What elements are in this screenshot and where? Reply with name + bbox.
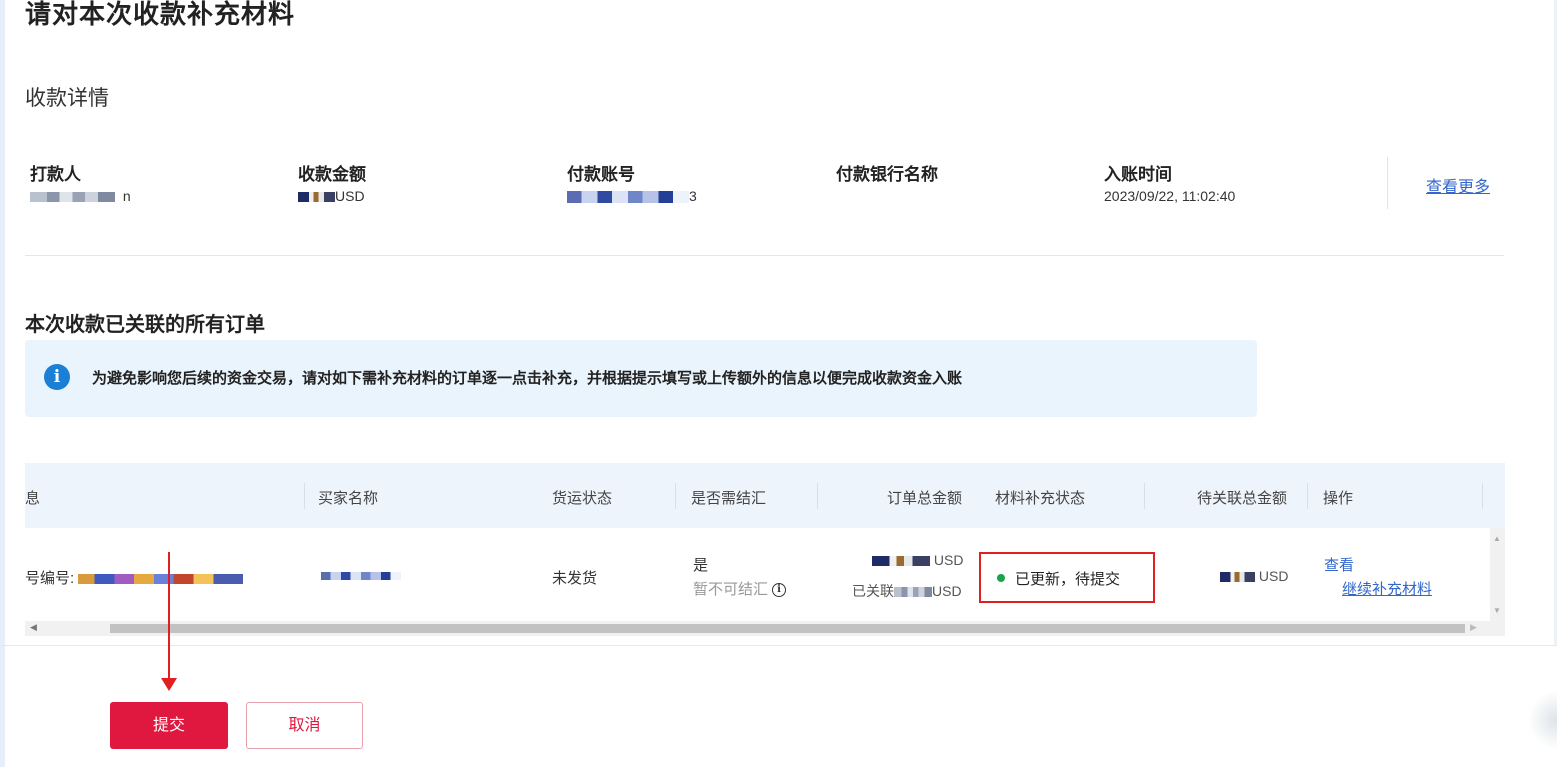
column-separator (675, 483, 676, 509)
payment-account-value: 3 (567, 188, 697, 204)
column-separator (1482, 483, 1483, 509)
redacted-mosaic (567, 191, 689, 204)
table-row: 号编号: 未发货 是 暂不可结汇 i USD 已关联 USD 已更新，待提交 USD… (25, 528, 1505, 621)
redacted-mosaic (321, 572, 401, 581)
receipt-details-title: 收款详情 (25, 87, 109, 110)
column-header-order-info: 息 (25, 490, 41, 507)
redacted-mosaic (298, 192, 335, 203)
submit-button[interactable]: 提交 (110, 702, 228, 749)
view-order-link[interactable]: 查看 (1324, 554, 1354, 575)
pending-amount-cell: USD (1220, 568, 1288, 584)
amount-label: 收款金额 (298, 165, 366, 184)
total-amount-cell: USD (872, 552, 963, 568)
annotation-arrow-line (168, 552, 170, 680)
footer-divider (0, 645, 1557, 646)
orders-table: 息 买家名称 货运状态 是否需结汇 订单总金额 材料补充状态 待关联总金额 操作… (25, 463, 1505, 646)
column-separator (1144, 483, 1145, 509)
settlement-note: 暂不可结汇 i (693, 578, 787, 599)
column-header-material-status: 材料补充状态 (995, 490, 1086, 507)
column-header-total-amount: 订单总金额 (887, 490, 963, 507)
column-header-buyer: 买家名称 (318, 490, 379, 507)
scroll-up-arrow-icon[interactable]: ▲ (1493, 534, 1501, 543)
page-title: 请对本次收款补充材料 (25, 0, 296, 29)
payment-bank-label: 付款银行名称 (836, 165, 938, 184)
annotation-arrow-head-icon (161, 678, 177, 691)
column-header-actions: 操作 (1323, 490, 1354, 507)
credit-time-label: 入账时间 (1104, 165, 1172, 184)
redacted-mosaic (1220, 572, 1255, 583)
redacted-mosaic (30, 192, 115, 203)
continue-supplement-link[interactable]: 继续补充材料 (1342, 578, 1432, 599)
page-left-edge (0, 0, 5, 767)
notice-banner: i 为避免影响您后续的资金交易，请对如下需补充材料的订单逐一点击补充，并根据提示… (25, 340, 1257, 417)
redacted-mosaic (894, 587, 932, 598)
info-circle-icon[interactable]: i (772, 583, 787, 598)
order-number-cell: 号编号: (25, 567, 244, 588)
redacted-mosaic (78, 574, 244, 585)
view-more-link[interactable]: 查看更多 (1426, 173, 1490, 197)
payer-value: n (30, 188, 131, 204)
scroll-right-arrow-icon[interactable]: ▶ (1470, 622, 1477, 633)
column-header-shipping: 货运状态 (552, 490, 613, 507)
payment-account-label: 付款账号 (567, 165, 635, 184)
corner-shadow (1528, 690, 1557, 750)
status-dot-icon (997, 574, 1005, 582)
column-separator (304, 483, 305, 509)
vertical-scrollbar[interactable]: ▲ ▼ (1490, 528, 1505, 621)
payer-label: 打款人 (30, 165, 81, 184)
material-status-highlight: 已更新，待提交 (979, 552, 1155, 603)
column-separator (1307, 483, 1308, 509)
notice-text: 为避免影响您后续的资金交易，请对如下需补充材料的订单逐一点击补充，并根据提示填写… (92, 370, 963, 387)
redacted-mosaic (872, 556, 930, 567)
linked-amount-cell: 已关联 USD (852, 583, 962, 599)
material-status-text: 已更新，待提交 (1015, 571, 1121, 588)
scroll-left-arrow-icon[interactable]: ◀ (30, 622, 37, 633)
cancel-button[interactable]: 取消 (246, 702, 363, 749)
need-settlement-value: 是 (693, 557, 709, 574)
details-divider (1387, 157, 1388, 209)
credit-time-value: 2023/09/22, 11:02:40 (1104, 188, 1236, 204)
amount-value: USD (298, 188, 365, 204)
column-separator (817, 483, 818, 509)
column-header-pending-amount: 待关联总金额 (1197, 490, 1288, 507)
scroll-down-arrow-icon[interactable]: ▼ (1493, 606, 1501, 615)
linked-orders-title: 本次收款已关联的所有订单 (25, 314, 265, 336)
horizontal-scrollbar[interactable]: ◀ ▶ (25, 621, 1505, 636)
column-header-settlement: 是否需结汇 (691, 490, 767, 507)
table-header: 息 买家名称 货运状态 是否需结汇 订单总金额 材料补充状态 待关联总金额 操作 (25, 463, 1505, 528)
section-divider (25, 255, 1504, 256)
horizontal-scroll-thumb[interactable] (110, 624, 1465, 633)
info-icon: i (44, 364, 70, 390)
shipping-status-cell: 未发货 (552, 570, 598, 587)
buyer-name-cell (321, 567, 401, 584)
